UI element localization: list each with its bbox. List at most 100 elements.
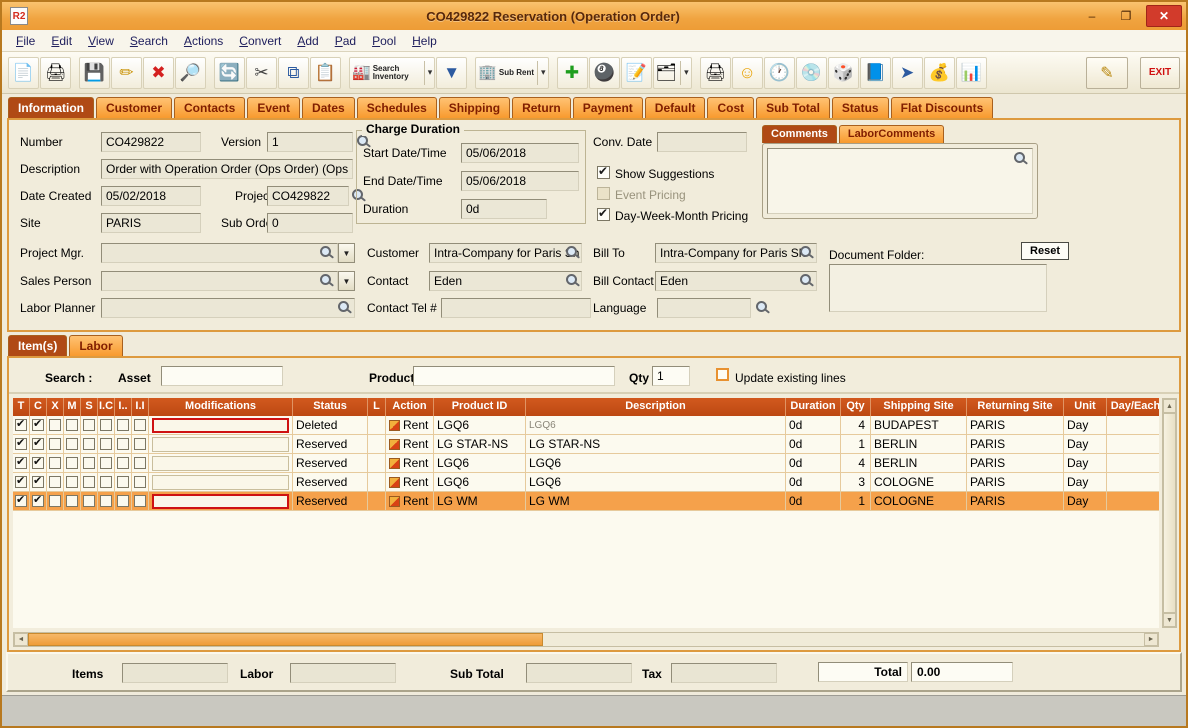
tab-return[interactable]: Return	[512, 97, 571, 118]
memo-button[interactable]: 📝	[621, 57, 652, 89]
row-checkbox[interactable]	[49, 476, 61, 488]
row-checkbox[interactable]	[66, 438, 78, 450]
cell-shipping-site[interactable]: BUDAPEST	[871, 416, 967, 434]
cell-qty[interactable]: 3	[841, 473, 871, 491]
project-mgr-dropdown[interactable]: ▼	[338, 243, 355, 263]
row-checkbox[interactable]	[83, 495, 95, 507]
paste-button[interactable]: 📋	[310, 57, 341, 89]
asset-input[interactable]	[161, 366, 283, 386]
cell-duration[interactable]: 0d	[786, 492, 841, 510]
menu-item-pad[interactable]: Pad	[327, 31, 364, 51]
column-header-product-id[interactable]: Product ID	[434, 398, 526, 416]
cell-description[interactable]: LG WM	[526, 492, 786, 510]
tab-information[interactable]: Information	[8, 97, 94, 118]
cube-button[interactable]: 🎲	[828, 57, 859, 89]
cell-modifications[interactable]	[149, 416, 293, 434]
bill-contact-field[interactable]: Eden	[655, 271, 817, 291]
copy-button[interactable]: ⧉	[278, 57, 309, 89]
column-header-c[interactable]: C	[30, 398, 47, 416]
scroll-left-icon[interactable]: ◄	[14, 633, 28, 646]
table-row-4[interactable]: ReservedRentLGQ6LGQ60d3COLOGNEPARISDay	[13, 473, 1159, 492]
qty-input[interactable]: 1	[652, 366, 690, 386]
filter-button[interactable]: ▼	[436, 57, 467, 89]
tab-shipping[interactable]: Shipping	[439, 97, 510, 118]
cell-modifications[interactable]	[149, 454, 293, 472]
sales-person-search-icon[interactable]	[319, 273, 334, 288]
row-checkbox[interactable]	[32, 438, 44, 450]
cell-duration[interactable]: 0d	[786, 473, 841, 491]
tab-sub-total[interactable]: Sub Total	[756, 97, 830, 118]
row-checkbox[interactable]	[32, 495, 44, 507]
end-date-field[interactable]: 05/06/2018	[461, 171, 579, 191]
table-row-3[interactable]: ReservedRentLGQ6LGQ60d4BERLINPARISDay	[13, 454, 1159, 473]
version-field[interactable]: 1	[267, 132, 353, 152]
cell-status[interactable]: Deleted	[293, 416, 368, 434]
save-button[interactable]: 💾	[79, 57, 110, 89]
contact-tel-field[interactable]	[441, 298, 591, 318]
row-checkbox[interactable]	[100, 457, 112, 469]
project-mgr-search-icon[interactable]	[319, 245, 334, 260]
row-checkbox[interactable]	[83, 419, 95, 431]
tab-payment[interactable]: Payment	[573, 97, 643, 118]
cell-unit[interactable]: Day	[1064, 435, 1107, 453]
row-checkbox[interactable]	[117, 419, 129, 431]
update-lines-checkbox[interactable]	[716, 368, 729, 381]
cell-action[interactable]: Rent	[386, 435, 434, 453]
column-header-i-c[interactable]: I.C	[98, 398, 115, 416]
row-checkbox[interactable]	[66, 495, 78, 507]
cell-description[interactable]: LGQ6	[526, 473, 786, 491]
search-inventory-button[interactable]: 🏭Search Inventory▾	[349, 57, 435, 89]
cell-day-each[interactable]	[1107, 492, 1159, 510]
cell-shipping-site[interactable]: BERLIN	[871, 435, 967, 453]
contact-field[interactable]: Eden	[429, 271, 582, 291]
cell-product-id[interactable]: LGQ6	[434, 416, 526, 434]
cell-shipping-site[interactable]: COLOGNE	[871, 473, 967, 491]
scroll-up-icon[interactable]: ▲	[1163, 399, 1176, 413]
sub-rent-dropdown-arrow[interactable]: ▾	[537, 61, 546, 85]
horizontal-scrollbar[interactable]: ◄ ►	[13, 632, 1159, 647]
row-checkbox[interactable]	[49, 457, 61, 469]
customer-field[interactable]: Intra-Company for Paris Sh	[429, 243, 582, 263]
cell-returning-site[interactable]: PARIS	[967, 454, 1064, 472]
labor-planner-field[interactable]	[101, 298, 355, 318]
cell-duration[interactable]: 0d	[786, 435, 841, 453]
bill-to-field[interactable]: Intra-Company for Paris Sh	[655, 243, 817, 263]
menu-item-view[interactable]: View	[80, 31, 122, 51]
column-header-i-i[interactable]: I.I	[132, 398, 149, 416]
column-header-returning-site[interactable]: Returning Site	[967, 398, 1064, 416]
menu-item-pool[interactable]: Pool	[364, 31, 404, 51]
row-checkbox[interactable]	[134, 457, 146, 469]
transfer-button[interactable]: ➤	[892, 57, 923, 89]
billing-button[interactable]: 💰	[924, 57, 955, 89]
cell-l[interactable]	[368, 416, 386, 434]
cell-day-each[interactable]	[1107, 473, 1159, 491]
cell-day-each[interactable]	[1107, 416, 1159, 434]
row-checkbox[interactable]	[15, 495, 27, 507]
magic-pen-button[interactable]: ✎	[1086, 57, 1128, 89]
minimize-button[interactable]: –	[1078, 6, 1106, 26]
event-pricing-checkbox[interactable]	[597, 187, 610, 200]
reset-button[interactable]: Reset	[1021, 242, 1069, 260]
row-checkbox[interactable]	[32, 419, 44, 431]
labor-planner-search-icon[interactable]	[337, 300, 352, 315]
cell-status[interactable]: Reserved	[293, 492, 368, 510]
row-checkbox[interactable]	[49, 419, 61, 431]
cell-modifications[interactable]	[149, 435, 293, 453]
menu-item-actions[interactable]: Actions	[176, 31, 231, 51]
row-checkbox[interactable]	[15, 419, 27, 431]
pool-button[interactable]: 🎱	[589, 57, 620, 89]
sales-person-dropdown[interactable]: ▼	[338, 271, 355, 291]
find-button[interactable]: 🔎	[175, 57, 206, 89]
maximize-button[interactable]: ❐	[1112, 6, 1140, 26]
crew-button[interactable]: ☺	[732, 57, 763, 89]
add-item-button[interactable]: ✚	[557, 57, 588, 89]
row-checkbox[interactable]	[100, 476, 112, 488]
row-checkbox[interactable]	[134, 476, 146, 488]
menu-item-file[interactable]: File	[8, 31, 43, 51]
cell-modifications[interactable]	[149, 473, 293, 491]
row-checkbox[interactable]	[134, 495, 146, 507]
date-created-field[interactable]: 05/02/2018	[101, 186, 201, 206]
cell-qty[interactable]: 4	[841, 454, 871, 472]
print-button[interactable]: 🖨	[40, 57, 71, 89]
site-field[interactable]: PARIS	[101, 213, 201, 233]
